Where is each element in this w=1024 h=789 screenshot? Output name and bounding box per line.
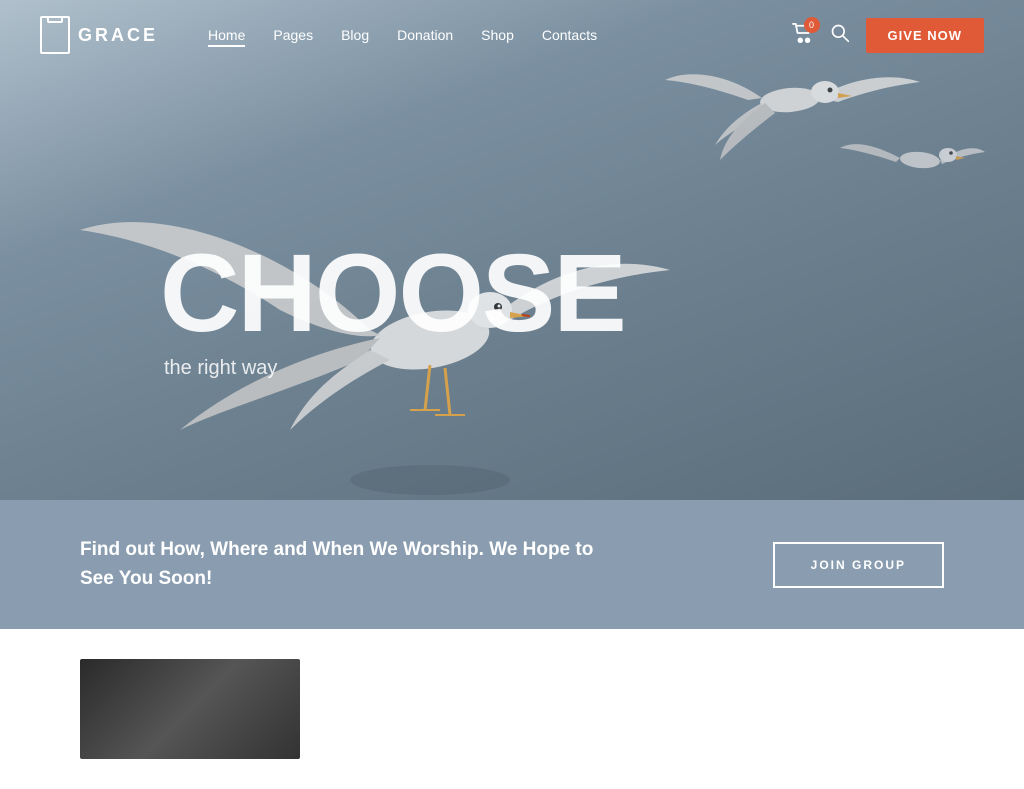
header-actions: 0 GIVE NOW [792, 18, 984, 53]
nav-pages[interactable]: Pages [273, 27, 313, 43]
join-group-button[interactable]: JOIN GROUP [773, 542, 944, 588]
logo-icon [40, 16, 70, 54]
cart-badge: 0 [804, 17, 820, 33]
search-icon [830, 23, 850, 43]
worship-text: Find out How, Where and When We Worship.… [80, 536, 600, 593]
content-thumbnail [80, 659, 300, 759]
worship-banner: Find out How, Where and When We Worship.… [0, 500, 1024, 629]
nav-blog[interactable]: Blog [341, 27, 369, 43]
give-now-button[interactable]: GIVE NOW [866, 18, 984, 53]
search-button[interactable] [830, 23, 850, 48]
nav-home[interactable]: Home [208, 27, 245, 43]
hero-section: CHOOSE the right way [0, 0, 1024, 500]
nav-contacts[interactable]: Contacts [542, 27, 597, 43]
cart-button[interactable]: 0 [792, 23, 814, 48]
hero-subtitle: the right way [164, 357, 625, 380]
logo-text: GRACE [78, 25, 158, 46]
logo[interactable]: GRACE [40, 16, 158, 54]
bottom-section [0, 629, 1024, 789]
hero-content: CHOOSE the right way [160, 239, 625, 380]
nav-donation[interactable]: Donation [397, 27, 453, 43]
nav-shop[interactable]: Shop [481, 27, 514, 43]
main-nav: Home Pages Blog Donation Shop Contacts [208, 27, 792, 43]
hero-title: CHOOSE [160, 239, 625, 349]
site-header: GRACE Home Pages Blog Donation Shop Cont… [0, 0, 1024, 70]
